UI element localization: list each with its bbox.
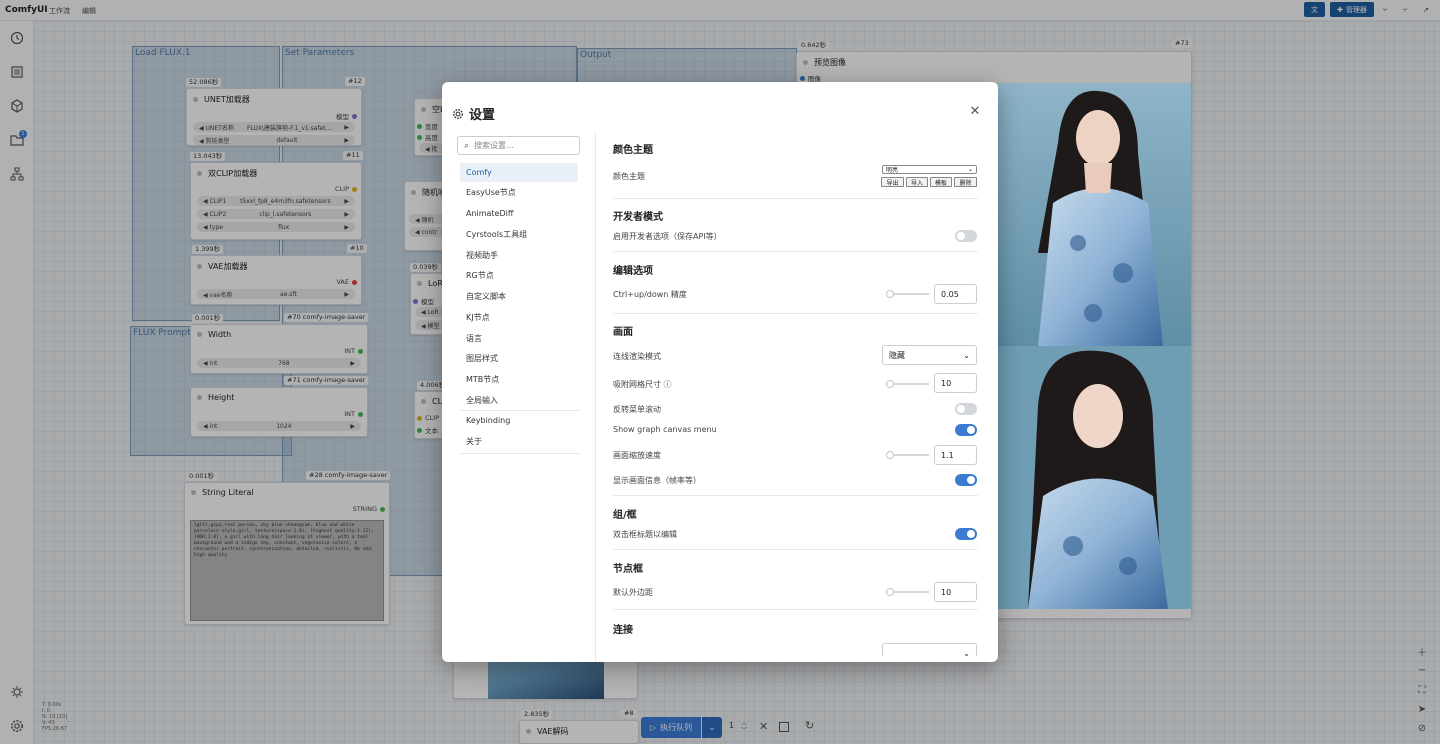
category-animatediff[interactable]: AnimateDiff bbox=[460, 204, 578, 223]
graph-menu-label: Show graph canvas menu bbox=[613, 425, 717, 434]
settings-content: 颜色主题 颜色主题 明亮 ⌄ 导出 导入 模板 删除 开发者模式 启用开发者选项（… bbox=[613, 140, 978, 656]
zoom-speed-slider-knob[interactable] bbox=[886, 451, 894, 459]
close-icon[interactable]: ✕ bbox=[968, 104, 982, 119]
graph-menu-toggle[interactable] bbox=[955, 424, 977, 436]
search-input[interactable] bbox=[474, 141, 565, 150]
category-custom-scripts[interactable]: 自定义脚本 bbox=[460, 287, 578, 306]
show-info-toggle[interactable] bbox=[955, 474, 977, 486]
chevron-down-icon: ⌄ bbox=[967, 166, 973, 173]
category-comfy[interactable]: Comfy bbox=[460, 163, 578, 182]
section-dev-mode: 开发者模式 bbox=[613, 212, 663, 223]
precision-slider[interactable] bbox=[889, 293, 929, 295]
category-rg-nodes[interactable]: RG节点 bbox=[460, 266, 578, 285]
settings-search[interactable]: ⌕ bbox=[457, 136, 580, 155]
category-layer-style[interactable]: 图层样式 bbox=[460, 349, 578, 368]
section-color-theme: 颜色主题 bbox=[613, 145, 653, 156]
generated-image-2 bbox=[998, 346, 1191, 609]
generated-images bbox=[998, 83, 1191, 609]
search-icon: ⌕ bbox=[464, 140, 470, 151]
section-node-box: 节点框 bbox=[613, 564, 643, 575]
margin-input[interactable]: 10 bbox=[934, 582, 977, 602]
zoom-speed-slider[interactable] bbox=[889, 454, 929, 456]
category-mtb-nodes[interactable]: MTB节点 bbox=[460, 370, 578, 389]
snap-slider[interactable] bbox=[889, 383, 929, 385]
section-canvas: 画面 bbox=[613, 327, 633, 338]
category-kj-nodes[interactable]: KJ节点 bbox=[460, 308, 578, 327]
default-margin-label: 默认外边距 bbox=[613, 588, 653, 597]
info-icon: ⓘ bbox=[663, 380, 672, 389]
group-edit-toggle[interactable] bbox=[955, 528, 977, 540]
show-info-label: 显示画面信息（帧率等） bbox=[613, 476, 701, 485]
zoom-speed-input[interactable]: 1.1 bbox=[934, 445, 977, 465]
template-theme-button[interactable]: 模板 bbox=[930, 177, 952, 187]
section-group: 组/框 bbox=[613, 510, 637, 521]
snap-input[interactable]: 10 bbox=[934, 373, 977, 393]
precision-input[interactable]: 0.05 bbox=[934, 284, 977, 304]
dialog-title: 设置 bbox=[469, 108, 496, 123]
color-theme-label: 颜色主题 bbox=[613, 172, 645, 181]
link-option-select[interactable]: ⌄ bbox=[882, 643, 977, 656]
precision-label: Ctrl+up/down 精度 bbox=[613, 290, 687, 299]
category-easyuse[interactable]: EasyUse节点 bbox=[460, 183, 578, 202]
settings-dialog: 设置 ✕ ⌕ Comfy EasyUse节点 AnimateDiff Cyrst… bbox=[442, 82, 998, 662]
category-about[interactable]: 关于 bbox=[460, 432, 578, 451]
panel-divider bbox=[595, 132, 596, 662]
margin-slider[interactable] bbox=[889, 591, 929, 593]
precision-slider-knob[interactable] bbox=[886, 290, 894, 298]
category-divider bbox=[460, 453, 580, 454]
section-link: 连接 bbox=[613, 625, 633, 636]
invert-scroll-label: 反转菜单滚动 bbox=[613, 405, 661, 414]
group-edit-label: 双击框标题以编辑 bbox=[613, 530, 677, 539]
link-render-select[interactable]: 隐藏 ⌄ bbox=[882, 345, 977, 365]
settings-categories: ⌕ Comfy EasyUse节点 AnimateDiff Cyrstools工… bbox=[457, 135, 583, 455]
delete-theme-button[interactable]: 删除 bbox=[954, 177, 977, 187]
chevron-down-icon: ⌄ bbox=[963, 350, 970, 360]
snap-grid-label: 吸附网格尺寸 ⓘ bbox=[613, 380, 672, 389]
category-global-input[interactable]: 全局输入 bbox=[460, 391, 578, 410]
chevron-down-icon: ⌄ bbox=[963, 648, 970, 657]
generated-image-1 bbox=[998, 83, 1191, 346]
section-edit-options: 编辑选项 bbox=[613, 266, 653, 277]
category-keybinding[interactable]: Keybinding bbox=[460, 411, 578, 430]
category-video-helper[interactable]: 视频助手 bbox=[460, 246, 578, 265]
color-theme-select[interactable]: 明亮 ⌄ bbox=[882, 165, 977, 174]
zoom-speed-label: 画面缩放速度 bbox=[613, 451, 661, 460]
gear-icon bbox=[453, 108, 463, 119]
link-render-label: 连线渲染模式 bbox=[613, 352, 661, 361]
import-theme-button[interactable]: 导入 bbox=[906, 177, 928, 187]
category-cyrstools[interactable]: Cyrstools工具组 bbox=[460, 225, 578, 244]
margin-slider-knob[interactable] bbox=[886, 588, 894, 596]
dev-mode-label: 启用开发者选项（保存API等） bbox=[613, 232, 722, 241]
export-theme-button[interactable]: 导出 bbox=[881, 177, 904, 187]
snap-slider-knob[interactable] bbox=[886, 380, 894, 388]
invert-scroll-toggle[interactable] bbox=[955, 403, 977, 415]
dev-mode-toggle[interactable] bbox=[955, 230, 977, 242]
category-language[interactable]: 语言 bbox=[460, 329, 578, 348]
